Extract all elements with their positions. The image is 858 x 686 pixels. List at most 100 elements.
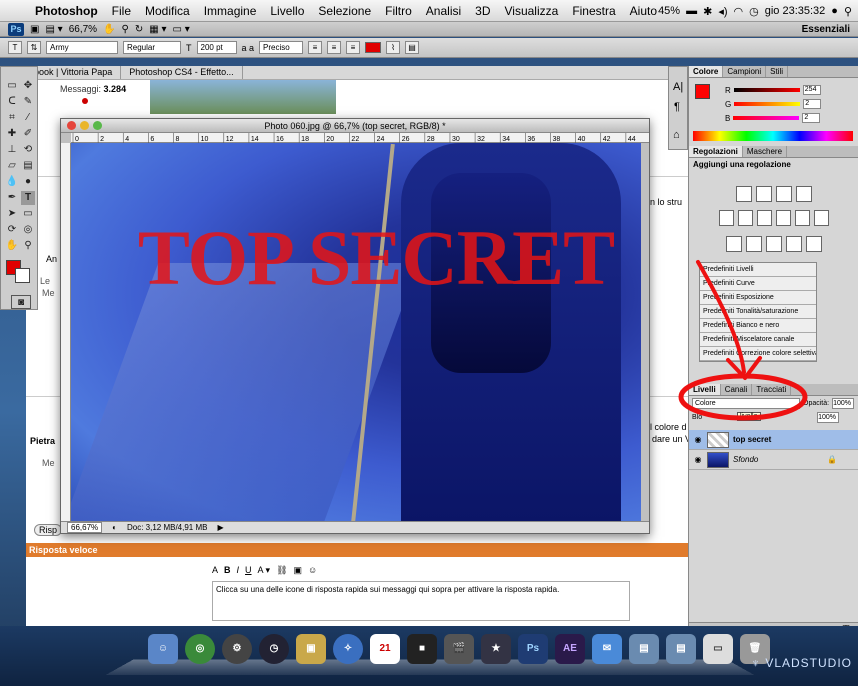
wifi-icon[interactable]: ◠ — [734, 5, 744, 18]
move-tool-icon[interactable]: ✥ — [21, 79, 35, 93]
bold-button[interactable]: B — [224, 565, 231, 576]
threshold-icon[interactable] — [766, 236, 782, 252]
layer-row[interactable]: ◉ Sfondo 🔒 — [689, 450, 858, 470]
preset-item[interactable]: Predefiniti Tonalità/saturazione — [700, 305, 816, 319]
black-white-icon[interactable] — [776, 210, 791, 226]
color-balance-icon[interactable] — [757, 210, 772, 226]
lasso-tool-icon[interactable]: ᑕ — [5, 95, 19, 109]
blur-tool-icon[interactable]: 💧 — [5, 175, 19, 189]
image-icon[interactable]: ▣ — [294, 565, 303, 576]
eye-icon[interactable]: ◉ — [693, 455, 703, 464]
hand-tool-icon[interactable]: ✋ — [103, 24, 115, 35]
quick-select-tool-icon[interactable]: ✎ — [21, 95, 35, 109]
menu-layer[interactable]: Livello — [263, 4, 311, 18]
workspace-switcher[interactable]: Essenziali — [802, 24, 850, 35]
brush-tool-icon[interactable]: ✐ — [21, 127, 35, 141]
arrange-documents-icon[interactable]: ▦ ▾ — [149, 24, 166, 35]
dodge-tool-icon[interactable]: ● — [21, 175, 35, 189]
battery-label[interactable]: 45% — [658, 5, 680, 17]
italic-button[interactable]: I — [237, 565, 240, 576]
3d-orbit-icon[interactable]: ◎ — [21, 223, 35, 237]
warp-text-icon[interactable]: ⌇ — [386, 41, 401, 54]
paragraph-panel-icon[interactable]: ¶ — [674, 101, 680, 113]
tab-campioni[interactable]: Campioni — [723, 66, 767, 77]
align-center-icon[interactable]: ≡ — [327, 41, 342, 54]
gradient-map-icon[interactable] — [786, 236, 802, 252]
healing-brush-icon[interactable]: ✚ — [5, 127, 19, 141]
zoom-icon[interactable] — [93, 121, 102, 130]
link-icon[interactable]: ⛓ — [276, 565, 287, 576]
browser-tab-2[interactable]: Photoshop CS4 - Effetto... — [121, 66, 243, 79]
posterize-icon[interactable] — [746, 236, 762, 252]
color-spectrum[interactable] — [693, 131, 853, 141]
ical-icon[interactable]: 21 — [370, 634, 400, 664]
gradient-tool-icon[interactable]: ▤ — [21, 159, 35, 173]
minimize-icon[interactable] — [80, 121, 89, 130]
tab-tracciati[interactable]: Tracciati — [752, 384, 792, 395]
smiley-icon[interactable]: ☺ — [308, 565, 317, 576]
zoom-tool-icon[interactable]: ⚲ — [21, 239, 35, 253]
dashboard-icon[interactable]: ◎ — [185, 634, 215, 664]
marquee-tool-icon[interactable]: ▭ — [5, 79, 19, 93]
close-icon[interactable] — [67, 121, 76, 130]
preset-item[interactable]: Predefiniti Bianco e nero — [700, 319, 816, 333]
menu-view[interactable]: Visualizza — [498, 4, 566, 18]
selective-color-icon[interactable] — [806, 236, 822, 252]
browser-tab-1[interactable]: book | Vittoria Papa — [26, 66, 122, 79]
curves-icon[interactable] — [776, 186, 792, 202]
green-slider[interactable] — [734, 102, 801, 106]
fill-field[interactable]: 100% — [817, 411, 840, 423]
menu-file[interactable]: File — [105, 4, 138, 18]
photoshop-icon[interactable]: Ps — [518, 634, 548, 664]
eyedropper-tool-icon[interactable]: ⁄ — [21, 111, 35, 125]
preview-icon[interactable]: ▣ — [296, 634, 326, 664]
zoom-level[interactable]: 66,7% — [69, 24, 97, 35]
applications-folder-icon[interactable]: ▤ — [629, 634, 659, 664]
background-color-swatch[interactable] — [15, 268, 30, 283]
reply-button[interactable]: Risp — [34, 524, 63, 536]
screen-mode-icon[interactable]: ▭ ▾ — [172, 24, 189, 35]
vertical-ruler[interactable] — [61, 143, 71, 523]
tab-regolazioni[interactable]: Regolazioni — [689, 146, 743, 157]
menu-select[interactable]: Selezione — [311, 4, 378, 18]
volume-icon[interactable]: ◂) — [718, 5, 727, 18]
crop-tool-icon[interactable]: ⌗ — [5, 111, 19, 125]
tab-stili[interactable]: Stili — [766, 66, 789, 77]
doc-info[interactable]: Doc: 3,12 MB/4,91 MB — [127, 523, 207, 532]
eye-icon[interactable]: ◉ — [693, 435, 703, 444]
time-machine-icon[interactable]: ◷ — [259, 634, 289, 664]
font-color-icon[interactable]: A — [212, 565, 218, 576]
pen-tool-icon[interactable]: ✒ — [5, 191, 19, 205]
shape-tool-icon[interactable]: ▭ — [21, 207, 35, 221]
tab-maschere[interactable]: Maschere — [743, 146, 788, 157]
character-panel-icon[interactable]: A| — [673, 81, 683, 93]
preset-item[interactable]: Predefiniti Esposizione — [700, 291, 816, 305]
safari-icon[interactable]: ✧ — [333, 634, 363, 664]
system-prefs-icon[interactable]: ⚙ — [222, 634, 252, 664]
menu-edit[interactable]: Modifica — [138, 4, 197, 18]
clone-stamp-icon[interactable]: ⊥ — [5, 143, 19, 157]
imovie-icon[interactable]: 🎬 — [444, 634, 474, 664]
red-value[interactable]: 254 — [802, 85, 821, 95]
invert-icon[interactable] — [726, 236, 742, 252]
finder-icon[interactable]: ☺ — [148, 634, 178, 664]
quick-reply-textarea[interactable]: Clicca su una delle icone di risposta ra… — [212, 581, 630, 621]
time-machine-icon[interactable]: ◷ — [749, 5, 759, 18]
menu-app[interactable]: Photoshop — [28, 4, 105, 18]
doc-zoom-field[interactable]: 66,67% — [67, 522, 103, 533]
align-right-icon[interactable]: ≡ — [346, 41, 361, 54]
layer-name[interactable]: top secret — [733, 435, 771, 444]
text-color-swatch[interactable] — [365, 42, 382, 53]
menu-analysis[interactable]: Analisi — [419, 4, 468, 18]
red-slider[interactable] — [733, 88, 800, 92]
path-selection-icon[interactable]: ➤ — [5, 207, 19, 221]
preset-item[interactable]: Predefiniti Curve — [700, 277, 816, 291]
align-left-icon[interactable]: ≡ — [308, 41, 323, 54]
doc-info-icon[interactable]: ◐ — [112, 523, 117, 532]
blend-mode-select[interactable]: Colore — [692, 397, 800, 409]
spotlight-icon[interactable]: ⚲ — [844, 5, 852, 18]
stars-icon[interactable]: ★ — [481, 634, 511, 664]
clock[interactable]: gio 23:35:32 — [765, 5, 826, 17]
ichat-icon[interactable]: ✉ — [592, 634, 622, 664]
top-secret-text-layer[interactable]: TOP SECRET — [111, 213, 641, 303]
